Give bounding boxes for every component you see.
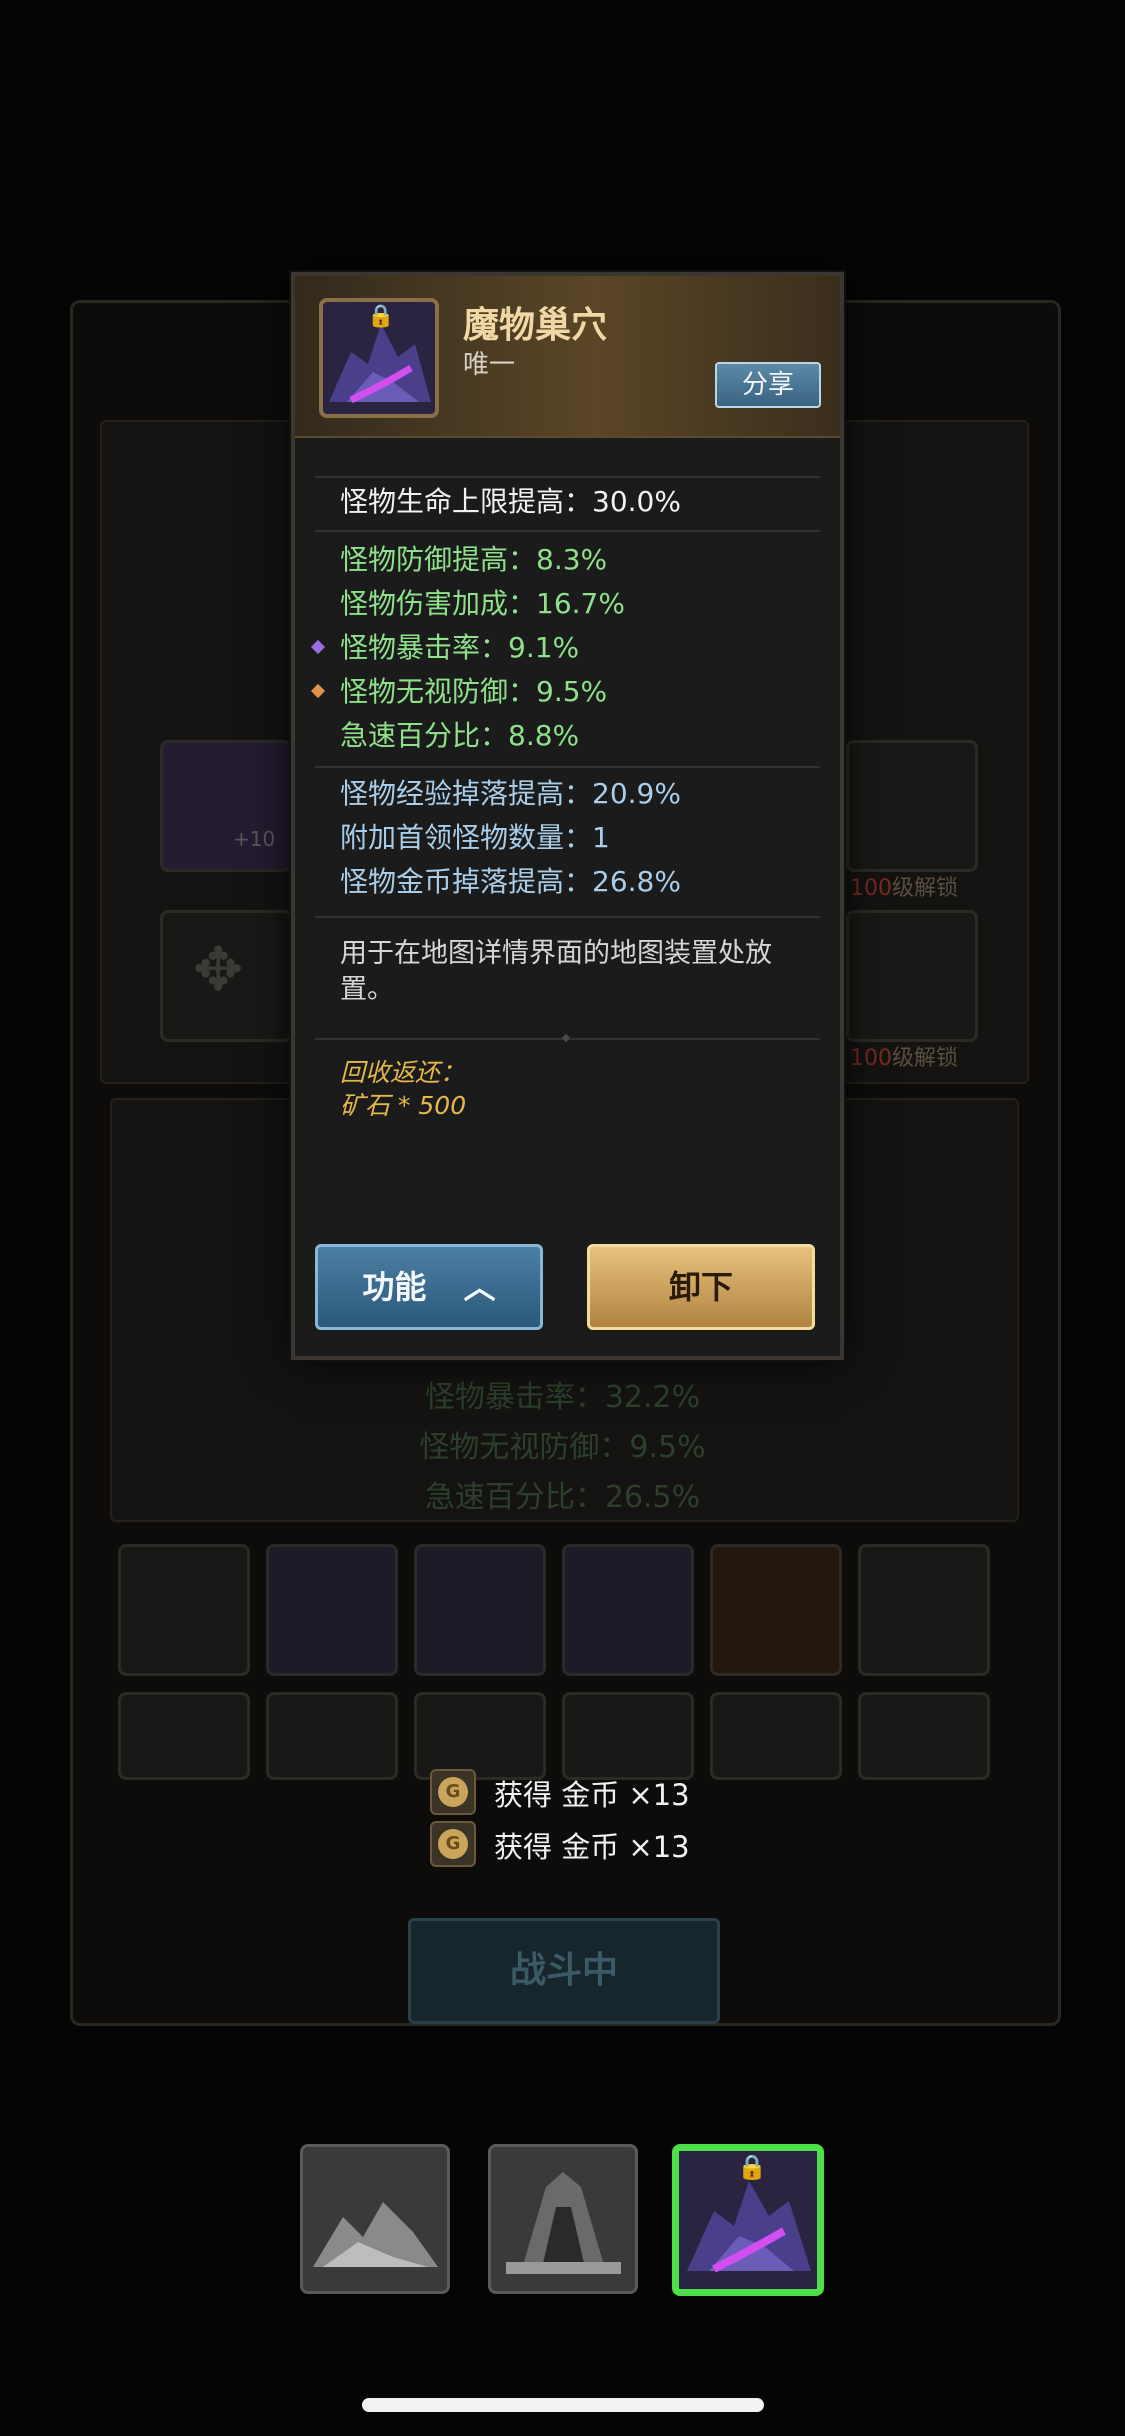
in-battle-button[interactable]: 战斗中 <box>408 1918 720 2024</box>
item-detail-popup: 🔒 魔物巢穴 唯一 分享 怪物生命上限提高：30.0% 怪物防御提高：8.3% … <box>291 272 844 1360</box>
base-stat: 怪物生命上限提高：30.0% <box>340 485 681 518</box>
item-description: 用于在地图详情界面的地图装置处放置。 <box>340 938 772 1005</box>
bonus-stat: 急速百分比：8.8% <box>340 719 580 752</box>
map-device-slot-2[interactable] <box>488 2144 638 2294</box>
special-stat: 怪物经验掉落提高：20.9% <box>340 777 681 810</box>
unlock-note-2: 100级解锁 <box>850 1046 959 1071</box>
orange-bullet-icon <box>310 683 326 699</box>
inventory-slot[interactable] <box>710 1544 842 1676</box>
item-rarity: 唯一 <box>463 350 516 380</box>
move-icon: ✥ <box>193 935 244 1005</box>
reward-toast-text: 获得 金币 ×13 <box>494 1830 690 1864</box>
inventory-slot[interactable] <box>118 1544 250 1676</box>
inventory-slot[interactable] <box>858 1692 990 1780</box>
inventory-slot[interactable] <box>710 1692 842 1780</box>
reward-toast-text: 获得 金币 ×13 <box>494 1778 690 1812</box>
reward-toast: 获得 金币 ×13 <box>430 1818 710 1868</box>
tower-ruin-icon <box>506 2172 621 2274</box>
bonus-stat: 怪物暴击率：9.1% <box>340 631 580 664</box>
divider <box>315 916 820 918</box>
function-button[interactable]: 功能 ︿ <box>315 1244 543 1330</box>
item-icon: 🔒 <box>319 298 439 418</box>
home-indicator[interactable] <box>362 2398 764 2412</box>
locked-slot-2[interactable] <box>846 910 978 1042</box>
share-button[interactable]: 分享 <box>715 362 821 408</box>
special-stat: 怪物金币掉落提高：26.8% <box>340 865 681 898</box>
lock-icon: 🔒 <box>367 304 395 329</box>
purple-bullet-icon <box>310 639 326 655</box>
special-stat: 附加首领怪物数量：1 <box>340 821 610 854</box>
bonus-stat: 怪物防御提高：8.3% <box>340 543 608 576</box>
left-equip-slot[interactable]: +10 <box>160 740 292 872</box>
summary-line-3: 急速百分比：26.5% <box>424 1480 701 1515</box>
popup-header: 🔒 魔物巢穴 唯一 分享 <box>295 276 840 438</box>
divider <box>315 766 820 768</box>
locked-slot-1[interactable] <box>846 740 978 872</box>
recycle-title: 回收返还： <box>340 1058 466 1087</box>
recycle-value: 矿石 * 500 <box>340 1091 467 1120</box>
item-name: 魔物巢穴 <box>463 305 608 346</box>
inventory-slot[interactable] <box>414 1544 546 1676</box>
chevron-up-icon: ︿ <box>463 1268 496 1306</box>
summary-line-2: 怪物无视防御：9.5% <box>419 1430 706 1465</box>
inventory-grid <box>118 1544 998 1780</box>
bonus-stat: 怪物无视防御：9.5% <box>340 675 608 708</box>
reward-toast: 获得 金币 ×13 <box>430 1766 710 1816</box>
inventory-slot[interactable] <box>858 1544 990 1676</box>
inventory-slot[interactable] <box>562 1544 694 1676</box>
rock-pile-icon <box>313 2202 438 2267</box>
inventory-slot[interactable] <box>118 1692 250 1780</box>
divider <box>315 476 820 478</box>
move-slot[interactable]: ✥ <box>160 910 292 1042</box>
gold-coin-icon <box>430 1821 476 1867</box>
divider <box>315 530 820 532</box>
lock-icon: 🔒 <box>737 2153 767 2181</box>
unlock-note-1: 100级解锁 <box>850 876 959 901</box>
summary-line-1: 怪物暴击率：32.2% <box>424 1380 701 1415</box>
unequip-button[interactable]: 卸下 <box>587 1244 815 1330</box>
function-label: 功能 <box>362 1268 427 1306</box>
map-device-slot-1[interactable] <box>300 2144 450 2294</box>
inventory-slot[interactable] <box>266 1692 398 1780</box>
divider-dot <box>561 1033 571 1043</box>
map-device-slot-3-selected[interactable]: 🔒 <box>672 2144 824 2296</box>
plus-badge: +10 <box>233 827 276 851</box>
gold-coin-icon <box>430 1769 476 1815</box>
bonus-stat: 怪物伤害加成：16.7% <box>340 587 625 620</box>
inventory-slot[interactable] <box>266 1544 398 1676</box>
recycle-info: 回收返还： 矿石 * 500 <box>340 1056 466 1122</box>
